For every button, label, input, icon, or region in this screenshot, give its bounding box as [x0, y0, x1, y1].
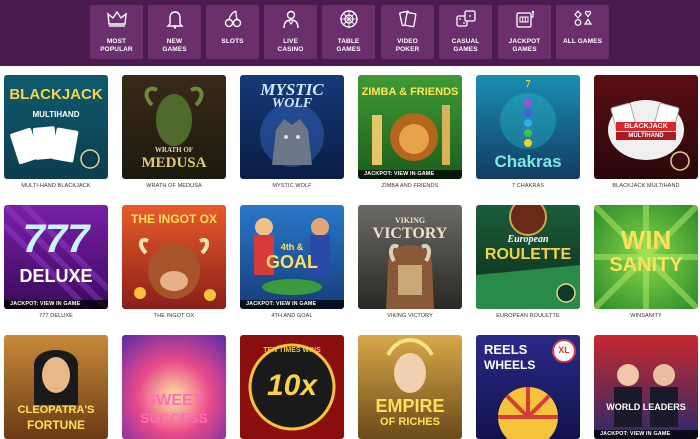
game-art-subtitle: 7 [525, 79, 531, 90]
game-art-title: SWEET [145, 392, 203, 409]
cards-icon [381, 9, 434, 31]
game-caption[interactable]: WRATH OF MEDUSA [122, 183, 226, 189]
jackpot-banner: JACKPOT: VIEW IN GAME [594, 430, 698, 439]
category-nav: MOST POPULAR NEW GAMES SLOTS LIVE CASINO… [0, 0, 700, 66]
dice-icon [439, 9, 492, 31]
category-label: ALL GAMES [562, 38, 603, 45]
game-art-subtitle: TEN TIMES WINS [263, 347, 321, 354]
game-tile-cleopatras-fortune[interactable]: CLEOPATRA'S FORTUNE [4, 335, 108, 439]
game-art-title: ROULETTE [484, 246, 572, 263]
game-caption[interactable]: 4TH AND GOAL [240, 313, 344, 319]
game-art-title: ZIMBA & FRIENDS [361, 86, 459, 98]
category-live-casino[interactable]: LIVE CASINO [264, 5, 317, 59]
game-tile-world-leaders[interactable]: WORLD LEADERS JACKPOT: VIEW IN GAME [594, 335, 698, 439]
game-caption[interactable]: ZIMBA AND FRIENDS [358, 183, 462, 189]
game-tile-viking-victory[interactable]: VIKING VICTORY [358, 205, 462, 309]
category-slots[interactable]: SLOTS [206, 5, 259, 59]
category-all-games[interactable]: ALL GAMES [556, 5, 609, 59]
bell-icon [148, 9, 201, 31]
game-tile-4th-and-goal[interactable]: 4th & GOAL JACKPOT: VIEW IN GAME [240, 205, 344, 309]
game-art-title: 777 [22, 217, 90, 261]
game-tile-european-roulette[interactable]: European ROULETTE [476, 205, 580, 309]
game-tile-blackjack-multihand[interactable]: BLACKJACK MULTIHAND [594, 75, 698, 179]
slot-machine-icon [498, 9, 551, 31]
jackpot-banner: JACKPOT: VIEW IN GAME [358, 170, 462, 179]
game-art-subtitle: DELUXE [19, 266, 93, 286]
cherries-icon [206, 9, 259, 31]
roulette-icon [322, 9, 375, 31]
game-tile-7-chakras[interactable]: 7 Chakras [476, 75, 580, 179]
game-caption[interactable]: THE INGOT OX [122, 313, 226, 319]
game-art-title: WIN [620, 225, 672, 255]
game-art-subtitle: 4th & [280, 242, 304, 252]
category-label: VIDEO POKER [395, 38, 420, 53]
game-tile-winsanity[interactable]: WIN SANITY [594, 205, 698, 309]
game-art-subtitle: European [507, 234, 549, 245]
category-label: TABLE GAMES [336, 38, 361, 53]
game-art-title: VICTORY [372, 225, 448, 242]
game-tile-reels-wheels-xl[interactable]: REELS WHEELS XL [476, 335, 580, 439]
game-caption[interactable]: BLACKJACK MULTIHAND [594, 183, 698, 189]
game-tile-multi-hand-blackjack[interactable]: BLACKJACK MULTIHAND [4, 75, 108, 179]
category-label: MOST POPULAR [100, 38, 133, 53]
category-label: CASUAL GAMES [451, 38, 480, 53]
game-art-title: WORLD LEADERS [606, 402, 686, 412]
game-tile-sweet-success[interactable]: SWEET SUCCESS [122, 335, 226, 439]
game-art-title: BLACKJACK [9, 86, 103, 103]
category-label: JACKPOT GAMES [508, 38, 541, 53]
game-art-subtitle: WRATH OF [154, 146, 194, 154]
game-art-subtitle: WHEELS [484, 358, 536, 372]
crown-icon [90, 9, 143, 31]
game-caption[interactable]: 777 DELUXE [4, 313, 108, 319]
game-art-title: EMPIRE [375, 396, 445, 416]
game-art-subtitle: MULTIHAND [32, 110, 80, 119]
game-art-title: Chakras [494, 152, 562, 171]
category-label: NEW GAMES [162, 38, 187, 53]
jackpot-banner: JACKPOT: VIEW IN GAME [240, 300, 344, 309]
game-caption[interactable]: MULTI-HAND BLACKJACK [4, 183, 108, 189]
game-tile-empire-of-riches[interactable]: EMPIRE OF RICHES [358, 335, 462, 439]
game-caption[interactable]: WINSANITY [594, 313, 698, 319]
game-tile-zimba-and-friends[interactable]: ZIMBA & FRIENDS JACKPOT: VIEW IN GAME [358, 75, 462, 179]
game-art-title: BLACKJACK [616, 122, 676, 131]
game-tile-777-deluxe[interactable]: 777 DELUXE JACKPOT: VIEW IN GAME [4, 205, 108, 309]
game-art-subtitle: SUCCESS [140, 410, 208, 426]
xl-badge: XL [558, 345, 570, 355]
game-art [614, 364, 678, 427]
game-art-title: CLEOPATRA'S [17, 404, 95, 416]
category-label: LIVE CASINO [277, 38, 304, 53]
game-tile-mystic-wolf[interactable]: MYSTIC WOLF [240, 75, 344, 179]
category-video-poker[interactable]: VIDEO POKER [381, 5, 434, 59]
jackpot-banner: JACKPOT: VIEW IN GAME [4, 300, 108, 309]
game-art-subtitle: OF RICHES [380, 416, 440, 428]
category-table-games[interactable]: TABLE GAMES [322, 5, 375, 59]
game-art-title: MEDUSA [141, 155, 207, 171]
game-art-subtitle: FORTUNE [27, 418, 85, 432]
game-art-subtitle: MULTIHAND [616, 132, 676, 140]
game-tile-ten-times-wins[interactable]: TEN TIMES WINS 10x [240, 335, 344, 439]
game-caption[interactable]: EUROPEAN ROULETTE [476, 313, 580, 319]
game-caption[interactable]: MYSTIC WOLF [240, 183, 344, 189]
category-label: SLOTS [221, 38, 244, 45]
game-tile-the-ingot-ox[interactable]: THE INGOT OX [122, 205, 226, 309]
suits-icon [556, 9, 609, 31]
game-art-subtitle: VIKING [394, 216, 426, 225]
game-art-title: GOAL [266, 252, 318, 272]
game-caption[interactable]: 7 CHAKRAS [476, 183, 580, 189]
category-jackpot-games[interactable]: JACKPOT GAMES [498, 5, 551, 59]
game-art-title: THE INGOT OX [130, 212, 217, 226]
game-caption[interactable]: VIKING VICTORY [358, 313, 462, 319]
game-art-title: 10x [266, 369, 318, 402]
dealer-icon [264, 9, 317, 31]
game-art-subtitle: SANITY [609, 254, 683, 276]
game-art-subtitle: WOLF [271, 96, 313, 111]
category-new-games[interactable]: NEW GAMES [148, 5, 201, 59]
category-most-popular[interactable]: MOST POPULAR [90, 5, 143, 59]
category-casual-games[interactable]: CASUAL GAMES [439, 5, 492, 59]
game-tile-wrath-of-medusa[interactable]: WRATH OF MEDUSA [122, 75, 226, 179]
